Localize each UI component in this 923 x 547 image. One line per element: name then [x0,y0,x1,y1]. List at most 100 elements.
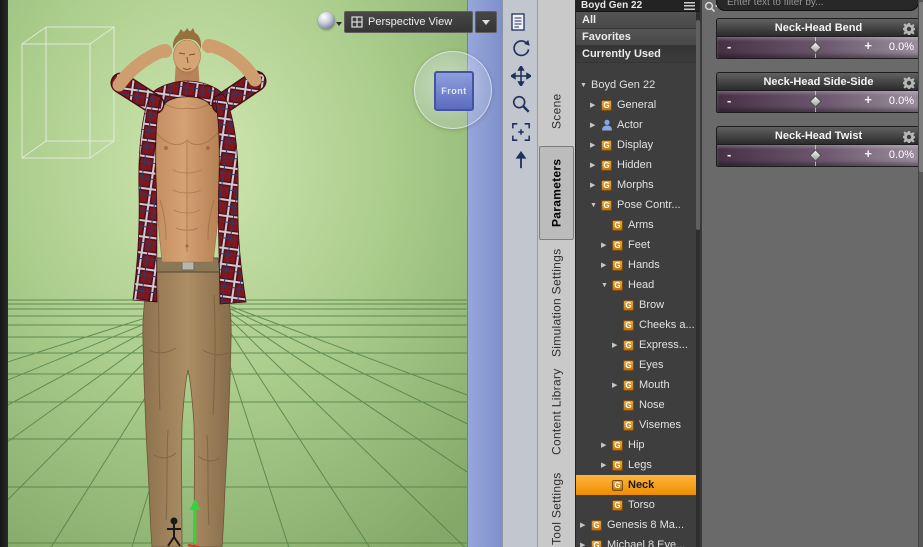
expand-arrow-closed-icon[interactable]: ▶ [590,101,601,109]
chevron-down-icon [482,19,490,25]
tree-node-feet[interactable]: ▶ G Feet [576,235,700,255]
expand-arrow-open-icon[interactable]: ▼ [590,202,601,209]
tree-node-eyes[interactable]: G Eyes [576,355,700,375]
expand-arrow-closed-icon[interactable]: ▶ [590,141,601,149]
tree-node-visemes[interactable]: G Visemes [576,415,700,435]
slider-group-list: Neck-Head Bend - + 0.0% Neck-Head Side-S… [702,18,923,180]
tree-panel-title: Boyd Gen 22 [581,0,643,11]
tab-content-library[interactable]: Content Library [539,364,574,460]
tree-node-neck[interactable]: G Neck [576,475,700,495]
slider-thumb[interactable] [809,37,822,58]
slider-decrement-button[interactable]: - [727,148,731,162]
tab-simulation-settings[interactable]: Simulation Settings [539,246,574,360]
tree-node-legs[interactable]: ▶ G Legs [576,455,700,475]
actor-person-icon [601,119,613,131]
expand-arrow-closed-icon[interactable]: ▶ [580,521,591,529]
view-cube-widget[interactable]: Front [414,51,492,129]
expand-arrow-closed-icon[interactable]: ▶ [601,241,612,249]
tab-tool-settings[interactable]: Tool Settings [539,464,574,547]
draw-style-caret-icon[interactable] [336,22,342,26]
tree-filter-list: All Favorites Currently Used [576,12,700,63]
group-badge-icon: G [601,139,612,151]
gear-icon[interactable] [902,76,916,90]
slider-track[interactable]: - + 0.0% [716,91,921,113]
expand-arrow-closed-icon[interactable]: ▶ [590,121,601,129]
slider-track[interactable]: - + 0.0% [716,37,921,59]
tree-node-hip[interactable]: ▶ G Hip [576,435,700,455]
expand-arrow-open-icon[interactable]: ▼ [580,82,591,89]
gear-icon[interactable] [902,130,916,144]
parameter-search-input[interactable]: Enter text to filter by... [716,0,919,11]
expand-arrow-open-icon[interactable]: ▼ [601,282,612,289]
tree-node-label: Nose [639,399,665,411]
pane-options-icon[interactable] [507,11,529,33]
expand-arrow-closed-icon[interactable]: ▶ [580,541,591,547]
tree-node-torso[interactable]: G Torso [576,495,700,515]
expand-arrow-closed-icon[interactable]: ▶ [612,341,623,349]
expand-arrow-closed-icon[interactable]: ▶ [601,261,612,269]
zoom-tool-button[interactable] [509,92,532,115]
tab-scene[interactable]: Scene [539,82,574,140]
tree-node-label: Cheeks a... [639,319,695,331]
tree-node-label: Express... [639,339,688,351]
sliders-scrollbar[interactable] [918,0,923,547]
filter-favorites[interactable]: Favorites [576,29,700,46]
tree-node-general[interactable]: ▶ G General [576,95,700,115]
tree-node-mouth[interactable]: ▶ G Mouth [576,375,700,395]
viewport-canvas[interactable] [8,0,467,547]
tree-node-hands[interactable]: ▶ G Hands [576,255,700,275]
tree-node-display[interactable]: ▶ G Display [576,135,700,155]
slider-thumb[interactable] [809,91,822,112]
viewport[interactable] [8,0,467,547]
expand-arrow-closed-icon[interactable]: ▶ [601,461,612,469]
tree-node-label: Genesis 8 Ma... [607,519,685,531]
left-pane-edge [0,0,8,547]
camera-view-dropdown-button[interactable] [475,11,497,33]
slider-decrement-button[interactable]: - [727,94,731,108]
slider-decrement-button[interactable]: - [727,40,731,54]
group-badge-icon: G [612,439,623,451]
hand-right [202,39,216,53]
aim-up-tool-button[interactable] [509,148,532,171]
tree-node-arms[interactable]: G Arms [576,215,700,235]
torso-detail [164,146,168,150]
slider-group-neck-head-bend: Neck-Head Bend - + 0.0% [716,18,921,59]
expand-arrow-closed-icon[interactable]: ▶ [612,381,623,389]
slider-increment-button[interactable]: + [864,147,872,161]
tree-node-express[interactable]: ▶ G Express... [576,335,700,355]
tree-node-michael-8-eye[interactable]: ▶ G Michael 8 Eye... [576,535,700,547]
filter-all[interactable]: All [576,12,700,29]
draw-style-sphere-icon[interactable] [318,12,335,29]
tree-node-genesis-8-ma[interactable]: ▶ G Genesis 8 Ma... [576,515,700,535]
group-badge-icon: G [601,179,612,191]
menu-icon[interactable] [684,1,695,10]
slider-thumb[interactable] [809,145,822,166]
tree-node-morphs[interactable]: ▶ G Morphs [576,175,700,195]
group-badge-icon: G [623,319,634,331]
tree-node-head[interactable]: ▼ G Head [576,275,700,295]
viewport-tool-column [502,0,537,547]
tree-node-cheeks-a[interactable]: G Cheeks a... [576,315,700,335]
pan-move-tool-button[interactable] [509,64,532,87]
tree-node-pose-contr[interactable]: ▼ G Pose Contr... [576,195,700,215]
tree-node-nose[interactable]: G Nose [576,395,700,415]
tree-node-brow[interactable]: G Brow [576,295,700,315]
camera-view-selector[interactable]: Perspective View [344,11,473,33]
view-cube-face[interactable]: Front [434,71,474,111]
expand-arrow-closed-icon[interactable]: ▶ [601,441,612,449]
group-badge-icon: G [601,99,612,111]
tree-node-actor[interactable]: ▶ Actor [576,115,700,135]
tree-node-hidden[interactable]: ▶ G Hidden [576,155,700,175]
frame-view-tool-button[interactable] [509,120,532,143]
expand-arrow-closed-icon[interactable]: ▶ [590,181,601,189]
tree-node-boyd-gen-22[interactable]: ▼ Boyd Gen 22 [576,75,700,95]
filter-currently-used[interactable]: Currently Used [576,46,700,63]
gear-icon[interactable] [902,22,916,36]
group-badge-icon: G [601,199,612,211]
slider-track[interactable]: - + 0.0% [716,145,921,167]
tab-parameters[interactable]: Parameters [539,146,574,240]
expand-arrow-closed-icon[interactable]: ▶ [590,161,601,169]
slider-increment-button[interactable]: + [864,39,872,53]
slider-increment-button[interactable]: + [864,93,872,107]
orbit-rotate-tool-button[interactable] [509,36,532,59]
